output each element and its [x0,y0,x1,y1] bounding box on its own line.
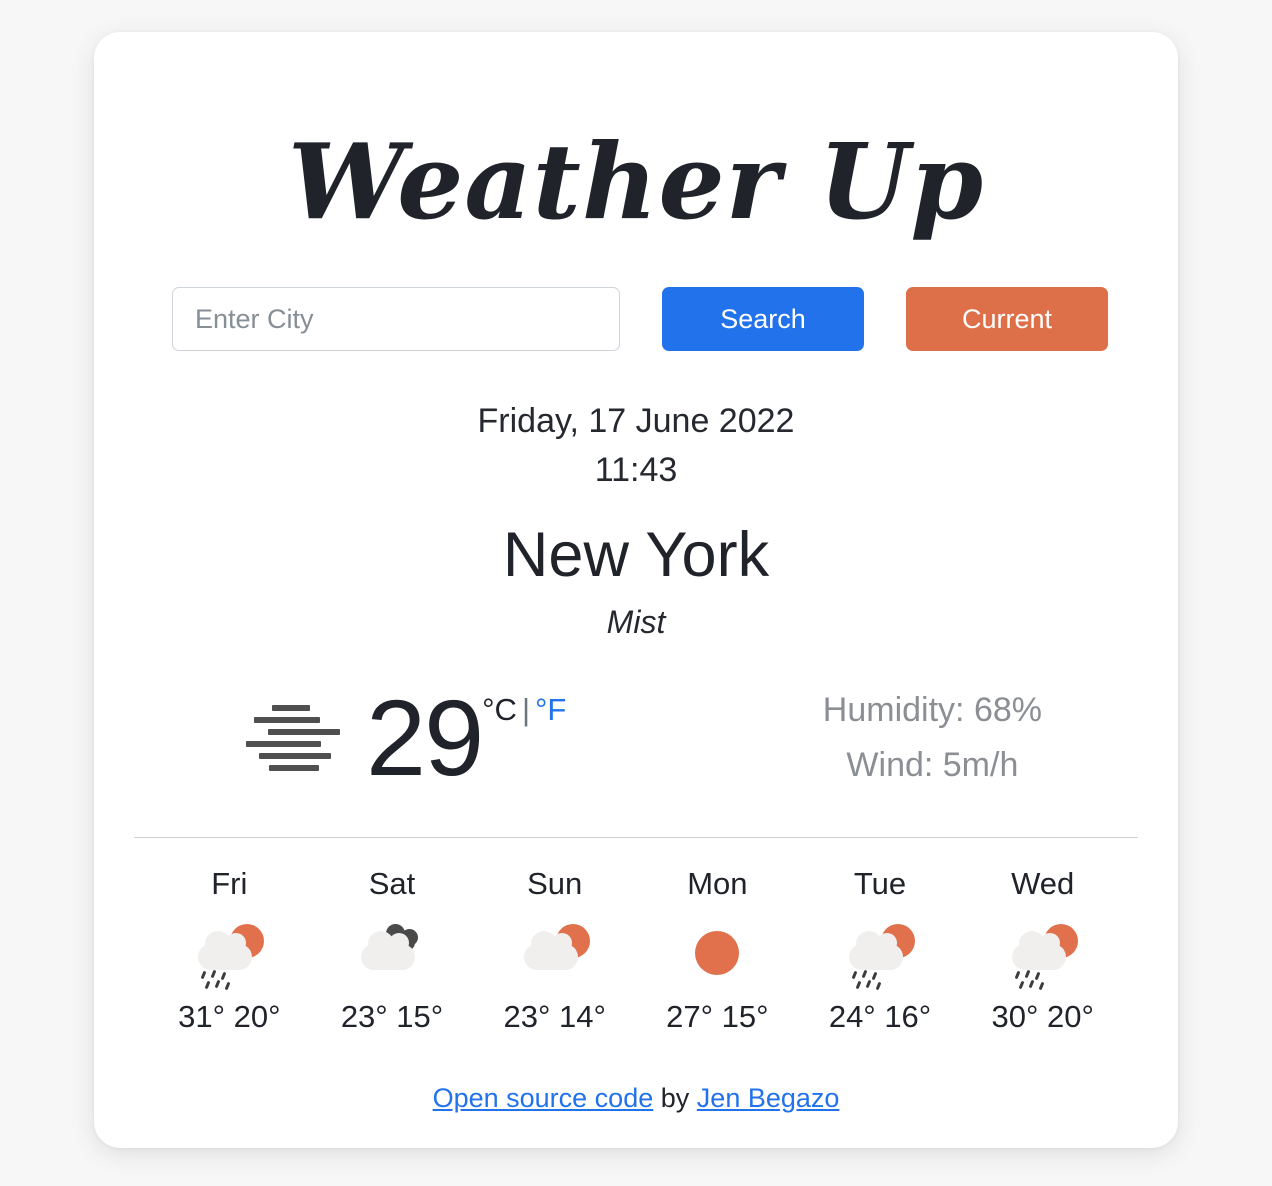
current-time: 11:43 [594,451,678,490]
unit-separator: | [521,692,530,728]
weather-card: Weather Up Search Current Friday, 17 Jun… [94,32,1178,1148]
forecast-temps: 23° 14° [503,998,606,1034]
forecast-day-card: Sun 23° 14° [473,864,636,1037]
forecast-day-label: Wed [1011,866,1075,902]
weather-condition: Mist [606,604,666,641]
forecast-temps: 30° 20° [991,998,1094,1034]
unit-toggle: °C | °F [482,694,566,725]
footer-by-label: by [660,1082,690,1113]
sun-icon [674,920,760,986]
search-button[interactable]: Search [662,287,864,352]
forecast-day-card: Wed 30° 20° [961,864,1124,1037]
wind-value: Wind: 5m/h [846,746,1019,785]
current-location-button[interactable]: Current [906,287,1108,352]
date-time-block: Friday, 17 June 2022 11:43 [134,351,1138,496]
forecast-day-label: Sat [368,866,416,902]
weather-stats: Humidity: 68% Wind: 5m/h [823,683,1138,793]
clouds-dark-icon [349,920,435,986]
city-name: New York [502,519,770,590]
sun-cloud-rain-icon [1000,920,1086,990]
forecast-icon-wrap [311,915,474,991]
forecast-day-label: Fri [211,866,248,902]
forecast-temps: 24° 16° [828,998,932,1034]
app-root: Weather Up Search Current Friday, 17 Jun… [0,0,1272,1186]
forecast-day-card: Mon 27° 15° [636,864,799,1037]
footer-by-text [653,1083,661,1113]
forecast-temps: 31° 20° [178,998,281,1034]
forecast-row: Fri 31° 20° Sat 23° 15° Sun 23° 14° Mon … [134,838,1138,1037]
forecast-icon-wrap [799,915,962,991]
forecast-day-label: Mon [687,866,748,902]
forecast-day-label: Tue [853,866,907,902]
temperature-value: 29 [366,677,484,799]
forecast-day-label: Sun [527,866,583,902]
sun-cloud-icon [512,920,598,986]
forecast-icon-wrap [148,915,311,991]
footer: Open source code by Jen Begazo [134,1037,1138,1114]
forecast-icon-wrap [961,915,1124,991]
sun-cloud-rain-icon [186,920,272,990]
forecast-day-card: Tue 24° 16° [799,864,962,1037]
search-bar: Search Current [134,265,1138,352]
current-date: Friday, 17 June 2022 [477,402,795,441]
humidity-value: Humidity: 68% [822,691,1042,730]
current-readings: 29 °C | °F Humidity: 68% Wind: 5m/h [134,641,1138,793]
forecast-temps: 27° 15° [666,998,769,1034]
open-source-link[interactable]: Open source code [433,1083,654,1113]
mist-icon [244,705,344,772]
temperature-block: 29 °C | °F [244,684,566,792]
unit-fahrenheit[interactable]: °F [535,692,566,727]
search-input[interactable] [172,287,620,352]
forecast-temps: 23° 15° [340,998,444,1034]
forecast-day-card: Fri 31° 20° [148,864,311,1037]
author-link[interactable]: Jen Begazo [697,1083,840,1113]
forecast-icon-wrap [473,915,636,991]
sun-cloud-rain-icon [837,920,923,990]
page-title: Weather Up [287,120,985,243]
forecast-day-card: Sat 23° 15° [311,864,474,1037]
forecast-icon-wrap [636,915,799,991]
unit-celsius[interactable]: °C [482,692,517,727]
